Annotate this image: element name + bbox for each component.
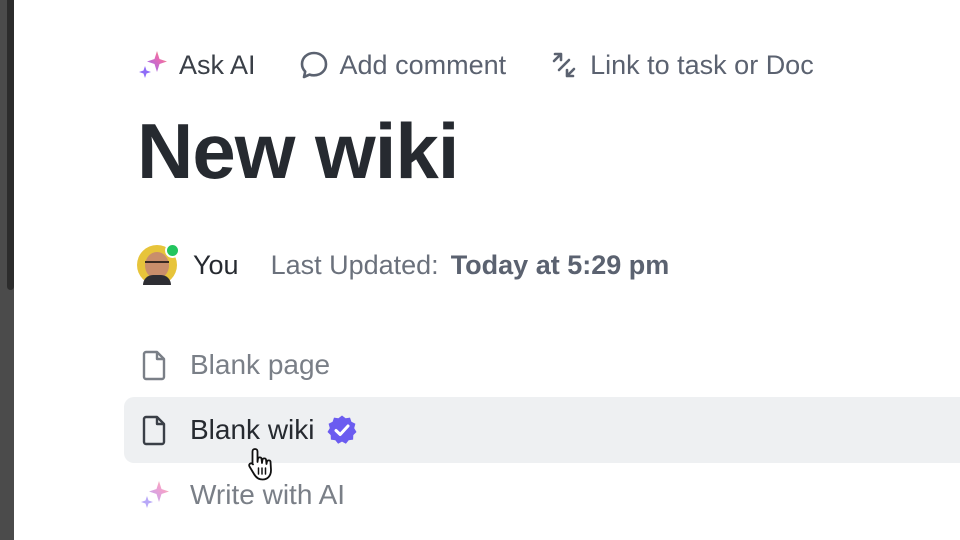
link-task-label: Link to task or Doc — [590, 49, 814, 80]
ask-ai-label: Ask AI — [179, 49, 256, 80]
add-comment-label: Add comment — [339, 49, 507, 80]
add-comment-button[interactable]: Add comment — [298, 49, 507, 81]
last-updated-label: Last Updated: — [270, 249, 439, 280]
page-title[interactable]: New wiki — [137, 106, 459, 197]
sparkle-icon — [138, 478, 172, 512]
avatar-glasses — [145, 261, 169, 269]
comment-bubble-icon — [298, 49, 330, 81]
author-name: You — [193, 249, 239, 280]
link-task-button[interactable]: Link to task or Doc — [548, 49, 814, 81]
sidebar-scrollbar[interactable] — [7, 0, 14, 290]
doc-editor: Ask AI Add comment Link to task or Doc N… — [0, 0, 960, 540]
write-with-ai-option[interactable]: Write with AI — [124, 462, 960, 528]
ask-ai-button[interactable]: Ask AI — [137, 49, 256, 81]
blank-wiki-label: Blank wiki — [190, 414, 315, 445]
blank-wiki-option[interactable]: Blank wiki — [124, 397, 960, 463]
online-status-dot — [165, 243, 180, 258]
document-icon — [138, 348, 172, 382]
verified-badge-icon — [326, 414, 358, 446]
blank-page-label: Blank page — [190, 349, 331, 380]
link-arrows-icon — [548, 49, 580, 81]
avatar-body — [143, 275, 171, 285]
doc-meta: You Last Updated: Today at 5:29 pm — [137, 243, 669, 287]
document-icon — [138, 413, 172, 447]
blank-page-option[interactable]: Blank page — [124, 332, 960, 398]
doc-toolbar: Ask AI Add comment Link to task or Doc — [137, 44, 856, 86]
last-updated-value: Today at 5:29 pm — [450, 249, 670, 280]
sparkle-icon — [137, 49, 169, 81]
avatar[interactable] — [137, 243, 180, 285]
write-with-ai-label: Write with AI — [190, 479, 346, 510]
left-sidebar-edge — [0, 0, 14, 540]
